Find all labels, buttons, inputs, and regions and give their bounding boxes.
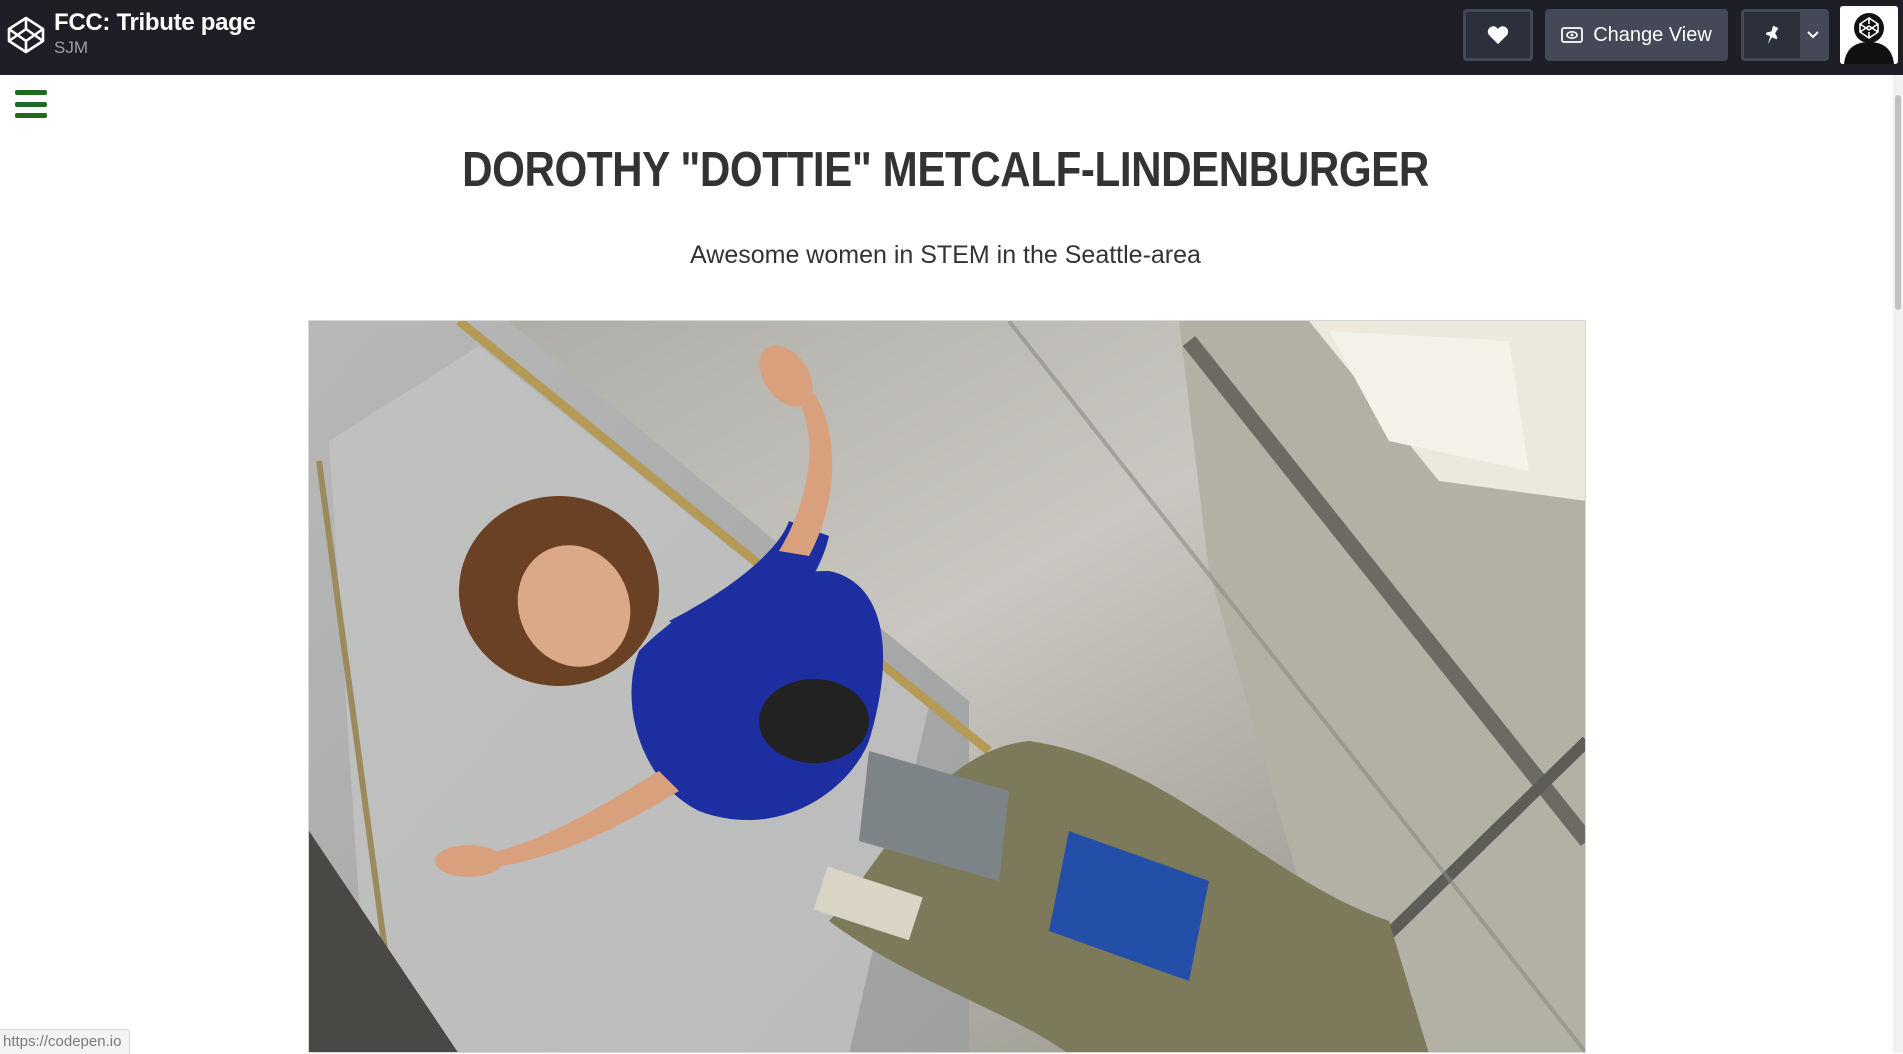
heart-icon (1487, 26, 1509, 45)
heart-button[interactable] (1463, 9, 1533, 61)
page-title: DOROTHY "DOTTIE" METCALF-LINDENBURGER (462, 143, 1429, 197)
change-view-label: Change View (1593, 23, 1712, 46)
change-view-button[interactable]: Change View (1545, 9, 1728, 61)
pin-icon (1765, 25, 1779, 45)
pin-button-group[interactable] (1741, 9, 1829, 61)
hamburger-menu-icon[interactable] (15, 90, 47, 118)
codepen-header: FCC: Tribute page SJM Change View (0, 0, 1903, 75)
pin-button[interactable] (1744, 12, 1800, 58)
scrollbar-thumb[interactable] (1895, 95, 1901, 310)
pen-title: FCC: Tribute page (54, 9, 256, 36)
chevron-down-icon (1807, 31, 1819, 39)
pin-dropdown-button[interactable] (1799, 12, 1826, 58)
codepen-logo-icon[interactable] (6, 15, 46, 55)
avatar[interactable] (1840, 6, 1898, 64)
status-bar-url: https://codepen.io (0, 1029, 131, 1054)
tribute-image (308, 320, 1586, 1053)
pen-author-link[interactable]: SJM (54, 38, 88, 58)
eye-icon (1561, 27, 1584, 43)
page-subtitle: Awesome women in STEM in the Seattle-are… (690, 241, 1201, 269)
